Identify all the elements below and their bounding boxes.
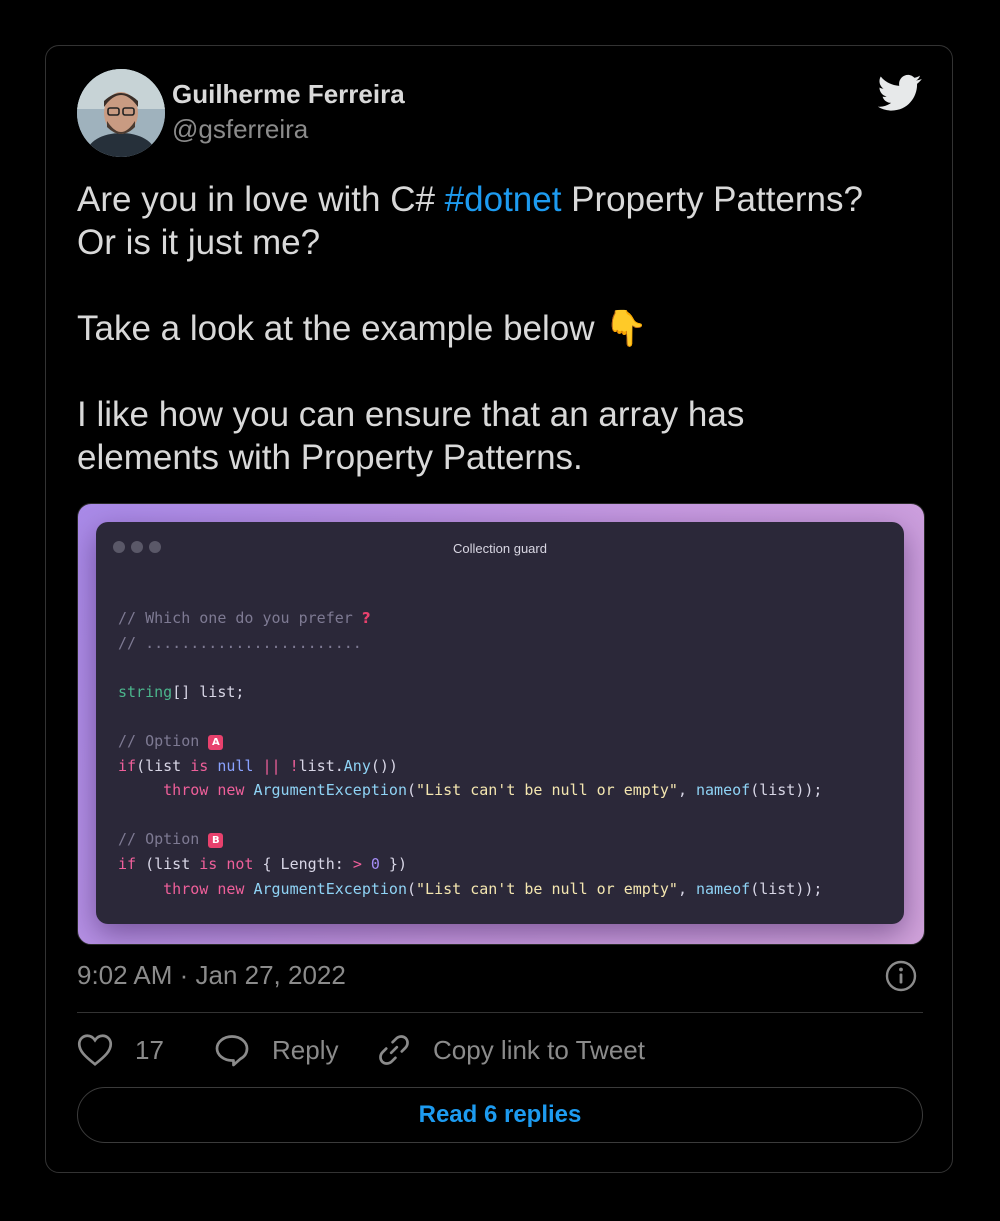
copy-link-button[interactable]: Copy link to Tweet <box>377 1030 645 1070</box>
copy-link-label: Copy link to Tweet <box>433 1034 645 1065</box>
code-keyword: throw <box>163 781 209 800</box>
code-text: [] list; <box>172 682 245 701</box>
code-comment: // Option <box>118 731 209 750</box>
like-count: 17 <box>135 1034 164 1065</box>
reply-label: Reply <box>272 1034 339 1065</box>
code-keyword: is <box>190 756 209 775</box>
code-keyword: is <box>199 854 218 873</box>
code-keyword: if <box>118 854 137 873</box>
like-button[interactable]: 17 <box>77 1030 164 1070</box>
code-null: null <box>208 756 263 775</box>
code-string: "List can't be null or empty" <box>416 879 678 898</box>
tweet-text-part: I like how you can ensure that an array … <box>77 395 745 477</box>
code-string: "List can't be null or empty" <box>416 781 678 800</box>
tweet-actions: 17 Reply Copy link to Tweet <box>77 1030 923 1070</box>
code-text: (list <box>136 854 200 873</box>
code-window: Collection guard // Which one do you pre… <box>96 522 904 924</box>
code-block: // Which one do you prefer ? // ........… <box>118 609 823 898</box>
info-icon[interactable] <box>885 960 917 992</box>
avatar[interactable] <box>77 69 165 157</box>
code-method: nameof <box>696 781 751 800</box>
twitter-bird-icon[interactable] <box>878 73 922 113</box>
tweet-card: Guilherme Ferreira @gsferreira Are you i… <box>45 45 953 1173</box>
tweet-text-part: Are you in love with C# <box>77 180 445 219</box>
code-text: { Length: <box>253 854 353 873</box>
code-text: (list)); <box>750 781 823 800</box>
code-method: Any <box>343 756 371 775</box>
code-keyword: new <box>217 781 245 800</box>
read-replies-button[interactable]: Read 6 replies <box>77 1087 923 1143</box>
author-name[interactable]: Guilherme Ferreira <box>172 79 405 110</box>
code-comment: // ........................ <box>118 633 362 652</box>
tweet-text: Are you in love with C# #dotnet Property… <box>77 178 927 479</box>
code-type: ArgumentException <box>253 879 407 898</box>
code-keyword: if <box>118 756 137 775</box>
code-keyword: throw <box>163 879 209 898</box>
reply-button[interactable]: Reply <box>214 1030 338 1070</box>
question-mark-icon: ? <box>361 609 371 627</box>
code-type: ArgumentException <box>253 781 407 800</box>
code-text: (list)); <box>750 879 823 898</box>
code-method: nameof <box>696 879 751 898</box>
code-comment: // Which one do you prefer <box>118 609 353 627</box>
tweet-image[interactable]: Collection guard // Which one do you pre… <box>77 503 925 945</box>
code-text: ()) <box>370 756 398 775</box>
code-text: }) <box>379 854 407 873</box>
option-b-badge: B <box>208 833 224 849</box>
pointing-down-emoji: 👇 <box>604 309 648 348</box>
code-keyword: new <box>217 879 245 898</box>
code-text: (list <box>136 756 191 775</box>
tweet-timestamp[interactable]: 9:02 AM · Jan 27, 2022 <box>77 960 346 991</box>
reply-bubble-icon <box>215 1035 249 1067</box>
link-icon <box>379 1035 409 1065</box>
code-operator: ! <box>280 756 299 775</box>
code-operator: > <box>352 854 362 873</box>
code-operator: || <box>262 756 281 775</box>
code-comment: // Option <box>118 830 209 849</box>
option-a-badge: A <box>208 734 224 750</box>
code-text: list. <box>298 756 344 775</box>
code-keyword: not <box>217 854 254 873</box>
heart-icon <box>77 1034 113 1066</box>
divider <box>77 1012 923 1013</box>
code-type: string <box>118 682 173 701</box>
code-number: 0 <box>370 854 380 873</box>
window-title: Collection guard <box>453 541 547 556</box>
author-handle[interactable]: @gsferreira <box>172 114 308 145</box>
hashtag-link[interactable]: #dotnet <box>445 180 562 219</box>
